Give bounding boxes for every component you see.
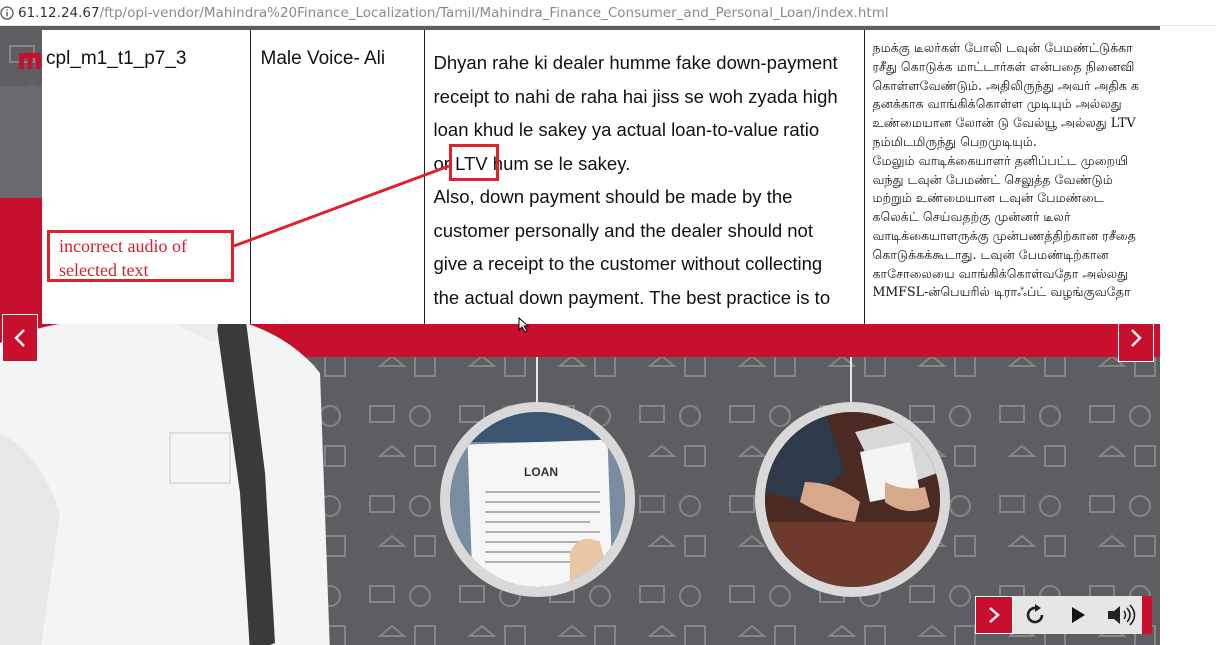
url-host: 61.12.24.67	[18, 4, 100, 21]
voice-cell: Male Voice- Ali	[250, 30, 425, 324]
tamil-line: காசோலையை வாங்கிக்கொள்வதோ அல்லது	[872, 265, 1129, 281]
controls-red-edge	[1142, 596, 1152, 634]
loan-document-image: LOAN	[440, 402, 635, 597]
script-line: the actual down payment. The best practi…	[433, 286, 831, 308]
loan-doc-label: LOAN	[524, 465, 558, 479]
tamil-line: கொடுக்கக்கூடாது. டவுன் பேமண்டிற்கான	[872, 246, 1109, 262]
volume-icon	[1107, 604, 1135, 626]
url-path: /ftp/opi-vendor/Mahindra%20Finance_Local…	[99, 4, 889, 21]
tamil-line: கலெக்ட் செய்வதற்கு முன்னர் டீலர்	[872, 209, 1071, 225]
tamil-line: வாடிக்கையாளருக்கு முன்பணத்திற்கான ரசீதை	[872, 227, 1136, 243]
mouse-cursor-icon	[518, 317, 530, 333]
replay-button[interactable]	[1013, 596, 1056, 634]
script-line: loan khud le sakey ya actual loan-to-val…	[433, 119, 820, 140]
tamil-line: நம்மிடமிருந்து பெறமுடியும்.	[872, 133, 1037, 149]
screen-id: cpl_m1_t1_p7_3	[46, 48, 187, 69]
chevron-left-icon	[14, 329, 25, 347]
player-controls	[975, 596, 1152, 634]
left-red-panel	[0, 198, 42, 313]
tamil-line: கொள்ளவேண்டும். அதிலிருந்து அவர் அதிக க	[872, 77, 1139, 93]
chevron-right-icon	[989, 607, 1000, 623]
chevron-right-icon	[1131, 329, 1142, 347]
tamil-translation-cell: நமக்கு டீலர்கள் போலி டவுன் பேமண்ட்டுக்கா…	[864, 30, 1216, 324]
next-red-button[interactable]	[975, 596, 1013, 634]
volume-button[interactable]	[1099, 596, 1142, 634]
tamil-line: நமக்கு டீலர்கள் போலி டவுன் பேமண்ட்டுக்கா	[872, 40, 1133, 55]
tamil-line: உண்மையான லோன் டு வேல்யூ அல்லது LTV	[872, 115, 1136, 131]
play-icon	[1071, 607, 1085, 623]
tamil-line: மற்றும் உண்மையான டவுன் பேமண்டை	[872, 190, 1104, 206]
tamil-line: தனக்காக வாங்கிக்கொள்ள முடியும் அல்லது	[872, 96, 1122, 112]
voice-label: Male Voice- Ali	[260, 48, 386, 69]
script-line: give a receipt to the customer without c…	[433, 253, 823, 274]
tamil-line: ரசீது கொடுக்க மாட்டார்கள் என்பதை நினைவி	[872, 58, 1135, 74]
prev-slide-button[interactable]	[2, 314, 38, 362]
ltv-highlight-box	[449, 144, 499, 181]
brand-logo-icon	[19, 53, 41, 69]
script-line: customer personally and the dealer shoul…	[433, 219, 814, 241]
tamil-line: மேலும் வாடிக்கையாளர் தனிப்பட்ட முறையி	[872, 152, 1129, 168]
script-line: receipt to nahi de raha hai jiss se woh …	[433, 85, 838, 107]
script-line: Also, down payment should be made by the	[433, 186, 793, 207]
address-bar[interactable]: 61.12.24.67/ftp/opi-vendor/Mahindra%20Fi…	[0, 0, 1216, 26]
annotation-callout: incorrect audio of selected text	[47, 230, 234, 282]
tamil-line: வந்து டவுன் பேமண்ட் செலுத்த வேண்டும்	[872, 171, 1113, 187]
businessman-illustration	[0, 313, 330, 645]
tamil-line: MMFSL-ன்பெயரில் டிராஃப்ட் வழங்குவதோ	[872, 284, 1131, 300]
callout-line: incorrect audio of	[59, 236, 187, 256]
info-icon	[0, 5, 14, 20]
replay-icon	[1026, 604, 1043, 624]
receipt-handover-image	[755, 402, 950, 597]
callout-line: selected text	[59, 260, 149, 280]
play-button[interactable]	[1056, 596, 1099, 634]
script-line: Dhyan rahe ki dealer humme fake down-pay…	[433, 52, 838, 73]
